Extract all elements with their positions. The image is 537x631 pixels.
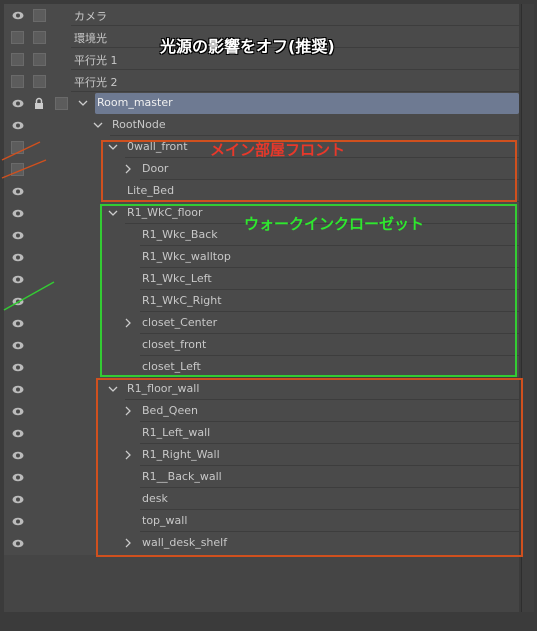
eye-icon[interactable] (12, 429, 24, 438)
floor-wall-box (96, 378, 523, 557)
eye-icon[interactable] (12, 363, 24, 372)
layer-label: 平行光 2 (74, 76, 118, 89)
layer-toggle-box[interactable] (55, 97, 68, 110)
walk-in-closet-annotation: ウォークインクローゼット (244, 215, 425, 233)
layer-toggle-box[interactable] (33, 9, 46, 22)
eye-icon[interactable] (12, 121, 24, 130)
eye-icon[interactable] (12, 341, 24, 350)
eye-icon[interactable] (12, 517, 24, 526)
layer-row-directional-light-2[interactable]: 平行光 2 (4, 71, 519, 92)
eye-icon[interactable] (12, 11, 24, 20)
chevron-down-icon[interactable] (92, 119, 104, 131)
annotation-strokes (1, 141, 55, 311)
eye-icon[interactable] (12, 407, 24, 416)
layer-toggle-box[interactable] (33, 75, 46, 88)
layer-label: 平行光 1 (74, 54, 118, 67)
visibility-toggle-box[interactable] (11, 75, 24, 88)
layer-row-camera[interactable]: カメラ (4, 5, 519, 26)
layer-toggle-box[interactable] (33, 31, 46, 44)
visibility-toggle-box[interactable] (11, 31, 24, 44)
eye-icon[interactable] (12, 385, 24, 394)
lock-icon[interactable] (34, 97, 44, 110)
eye-icon[interactable] (12, 495, 24, 504)
eye-icon[interactable] (12, 539, 24, 548)
layer-label: RootNode (112, 118, 166, 131)
chevron-down-icon[interactable] (77, 97, 89, 109)
layer-toggle-box[interactable] (33, 53, 46, 66)
layer-row-rootnode[interactable]: RootNode (4, 115, 519, 136)
eye-icon[interactable] (12, 451, 24, 460)
eye-icon[interactable] (12, 99, 24, 108)
layer-label: 環境光 (74, 32, 107, 45)
eye-icon[interactable] (12, 473, 24, 482)
main-room-front-annotation: メイン部屋フロント (210, 141, 346, 159)
layer-label: カメラ (74, 10, 107, 23)
layer-label: Room_master (97, 96, 173, 109)
layer-row-room-master[interactable]: Room_master (4, 93, 519, 114)
layer-panel-empty-area (4, 555, 519, 612)
visibility-toggle-box[interactable] (11, 53, 24, 66)
eye-icon[interactable] (12, 319, 24, 328)
light-off-annotation: 光源の影響をオフ(推奨) (160, 37, 335, 56)
